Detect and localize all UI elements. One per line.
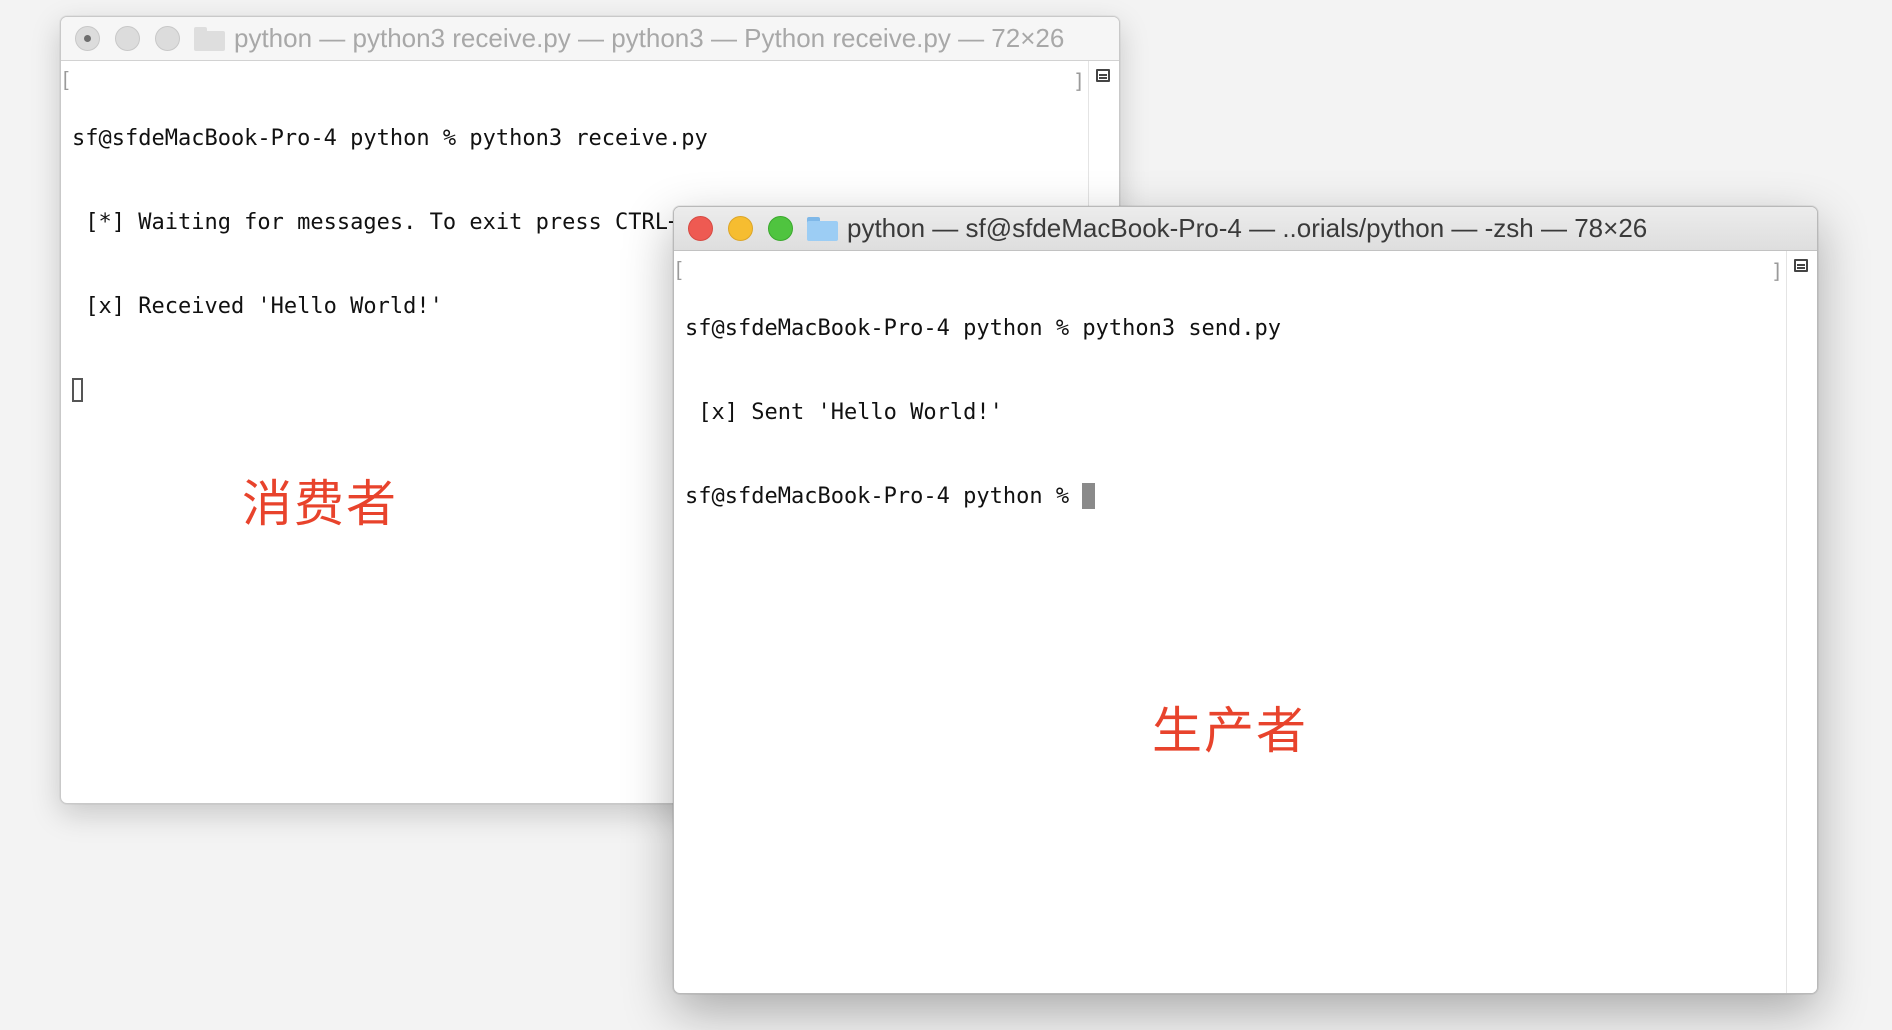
split-pane-icon[interactable] <box>1096 69 1110 82</box>
sender-mark-bracket-right: ] <box>1770 259 1783 283</box>
receiver-title: python — python3 receive.py — python3 — … <box>194 23 1064 54</box>
shell-prompt: sf@sfdeMacBook-Pro-4 python % <box>685 484 1083 509</box>
split-pane-icon[interactable] <box>1794 259 1808 272</box>
sender-zoom-button[interactable] <box>768 216 793 241</box>
producer-label: 生产者 <box>1152 702 1308 760</box>
terminal-prompt-line: sf@sfdeMacBook-Pro-4 python % <box>685 483 1787 511</box>
text-cursor <box>72 378 83 402</box>
receiver-title-text: python — python3 receive.py — python3 — … <box>234 23 1065 53</box>
folder-icon <box>194 26 225 51</box>
terminal-line: sf@sfdeMacBook-Pro-4 python % python3 se… <box>685 316 1282 341</box>
folder-icon <box>807 216 838 241</box>
sender-terminal-output[interactable]: sf@sfdeMacBook-Pro-4 python % python3 se… <box>674 251 1787 993</box>
sender-window-controls <box>688 216 793 241</box>
terminal-line: sf@sfdeMacBook-Pro-4 python % python3 re… <box>72 126 708 151</box>
text-cursor <box>1082 483 1096 509</box>
sender-titlebar[interactable]: python — sf@sfdeMacBook-Pro-4 — ..orials… <box>674 207 1817 251</box>
receiver-window-controls <box>75 26 180 51</box>
terminal-line: [x] Sent 'Hello World!' <box>685 400 1003 425</box>
sender-title-text: python — sf@sfdeMacBook-Pro-4 — ..orials… <box>847 213 1648 243</box>
sender-scroll-column[interactable]: ] <box>1771 251 1817 993</box>
sender-terminal-window[interactable]: python — sf@sfdeMacBook-Pro-4 — ..orials… <box>673 206 1818 994</box>
receiver-zoom-button[interactable] <box>155 26 180 51</box>
consumer-label: 消费者 <box>242 475 398 533</box>
receiver-close-button[interactable] <box>75 26 100 51</box>
receiver-minimize-button[interactable] <box>115 26 140 51</box>
receiver-mark-bracket-right: ] <box>1072 69 1085 93</box>
receiver-titlebar[interactable]: python — python3 receive.py — python3 — … <box>61 17 1119 61</box>
sender-minimize-button[interactable] <box>728 216 753 241</box>
sender-title: python — sf@sfdeMacBook-Pro-4 — ..orials… <box>807 213 1647 244</box>
sender-close-button[interactable] <box>688 216 713 241</box>
